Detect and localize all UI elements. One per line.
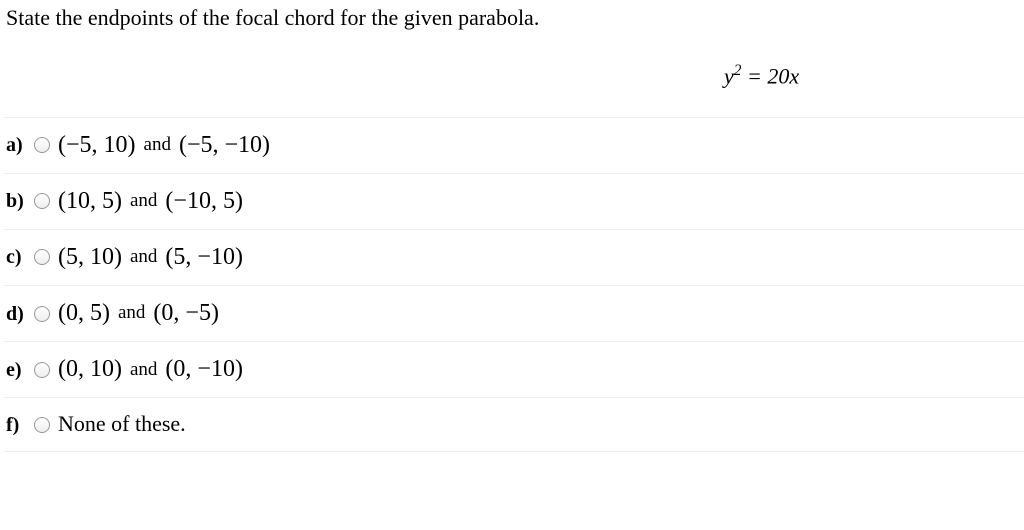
point-1: (−5, 10) (58, 130, 136, 161)
option-radio[interactable] (34, 193, 50, 209)
option-radio[interactable] (34, 249, 50, 265)
point-1: (0, 10) (58, 354, 122, 385)
option-label: b) (6, 188, 34, 214)
point-2: (0, −5) (153, 298, 219, 329)
option-radio[interactable] (34, 417, 50, 433)
question-text: State the endpoints of the focal chord f… (4, 4, 1024, 43)
eq-lhs: y (724, 63, 734, 88)
point-2: (−5, −10) (179, 130, 270, 161)
point-1: (0, 5) (58, 298, 110, 329)
option-label: d) (6, 301, 34, 327)
option-radio[interactable] (34, 137, 50, 153)
none-text: None of these. (58, 410, 186, 439)
and-text: and (122, 245, 165, 270)
option-e[interactable]: e) (0, 10) and (0, −10) (4, 341, 1024, 397)
option-radio[interactable] (34, 362, 50, 378)
option-a[interactable]: a) (−5, 10) and (−5, −10) (4, 117, 1024, 173)
equation: y2 = 20x (724, 43, 1024, 117)
option-f[interactable]: f) None of these. (4, 397, 1024, 452)
eq-mid: = 20 (741, 63, 789, 88)
and-text: and (122, 189, 165, 214)
eq-rhs: x (789, 63, 799, 88)
and-text: and (136, 133, 179, 158)
option-radio[interactable] (34, 306, 50, 322)
option-label: e) (6, 357, 34, 383)
option-b[interactable]: b) (10, 5) and (−10, 5) (4, 173, 1024, 229)
question-page: State the endpoints of the focal chord f… (0, 0, 1024, 530)
point-2: (5, −10) (165, 242, 243, 273)
point-2: (−10, 5) (165, 186, 243, 217)
option-label: f) (6, 412, 34, 438)
option-label: a) (6, 132, 34, 158)
option-c[interactable]: c) (5, 10) and (5, −10) (4, 229, 1024, 285)
option-label: c) (6, 244, 34, 270)
and-text: and (110, 301, 153, 326)
point-1: (5, 10) (58, 242, 122, 273)
point-1: (10, 5) (58, 186, 122, 217)
and-text: and (122, 358, 165, 383)
options-list: a) (−5, 10) and (−5, −10) b) (10, 5) and… (4, 117, 1024, 453)
point-2: (0, −10) (165, 354, 243, 385)
option-d[interactable]: d) (0, 5) and (0, −5) (4, 285, 1024, 341)
